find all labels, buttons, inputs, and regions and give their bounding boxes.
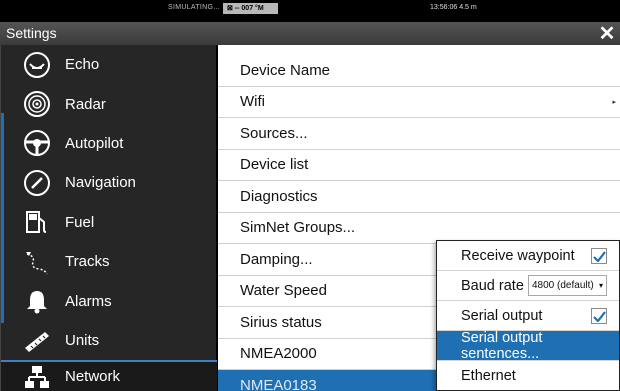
option-label: Ethernet [461,368,516,384]
sidebar-item-alarms[interactable]: Alarms [1,281,217,320]
echo-icon [23,51,51,79]
list-item-label: Device list [240,156,309,174]
sidebar-item-autopilot[interactable]: Autopilot [1,124,217,163]
close-icon[interactable]: ✕ [596,23,618,45]
checkmark-icon [592,250,606,262]
option-label: Receive waypoint [461,247,575,264]
list-item-label: Damping... [240,250,313,268]
sidebar-item-navigation[interactable]: Navigation [1,163,217,202]
list-item-label: Diagnostics [240,187,318,205]
checkmark-icon [592,310,606,322]
list-item-label: Device Name [240,61,331,79]
sidebar-item-fuel[interactable]: Fuel [1,203,217,242]
fuel-icon [23,208,51,236]
list-item-label: NMEA2000 [240,345,317,363]
serial-output-option[interactable]: Serial output [437,301,619,331]
sidebar-item-label: Fuel [65,213,95,231]
chevron-down-icon: ▾ [598,281,603,290]
receive-waypoint-checkbox[interactable] [591,248,607,264]
submenu-arrow-icon: ▸ [612,98,616,106]
settings-title-bar: Settings ✕ [0,22,620,45]
tracks-icon [23,248,51,276]
nmea0183-popup-menu: Receive waypoint Baud rate 4800 (default… [436,240,620,391]
option-label: Serial output [461,307,543,324]
list-item-label: Sirius status [240,313,322,331]
list-item-label: Wifi [240,93,265,111]
ethernet-option[interactable]: Ethernet [437,361,619,391]
list-item-diagnostics[interactable]: Diagnostics [218,181,620,213]
option-label: Baud rate [461,277,524,294]
list-item-label: Water Speed [240,282,327,300]
radar-icon [23,90,51,118]
sidebar-item-label: Network [65,368,121,386]
settings-sidebar: Echo Radar Autopilot Navigation Fuel Tra… [0,45,217,391]
sidebar-item-label: Echo [65,56,100,74]
sidebar-item-label: Units [65,331,100,349]
sidebar-item-label: Radar [65,95,106,113]
list-item-label: Sources... [240,124,308,142]
page-title: Settings [6,25,57,41]
sidebar-item-units[interactable]: Units [1,321,217,360]
sidebar-item-label: Tracks [65,253,110,271]
navigation-icon [23,169,51,197]
sidebar-item-network[interactable]: Network [1,360,217,391]
list-item-device-name[interactable]: Device Name [218,55,620,87]
sidebar-item-label: Navigation [65,174,136,192]
units-icon [23,326,51,354]
baud-rate-select[interactable]: 4800 (default) ▾ [528,275,607,296]
gps-status: ⊠ -- 007 °M [223,3,278,14]
autopilot-icon [23,129,51,157]
serial-output-sentences-option[interactable]: Serial output sentences... [437,329,619,362]
sidebar-item-label: Autopilot [65,134,124,152]
status-bar: SIMULATING... ⊠ -- 007 °M 13:56:06 4.5 m [0,0,620,22]
simulating-indicator: SIMULATING... [168,4,220,11]
list-item-wifi[interactable]: Wifi ▸ [218,87,620,118]
clock-readout: 13:56:06 4.5 m [430,4,477,11]
receive-waypoint-option[interactable]: Receive waypoint [437,241,619,271]
sidebar-item-echo[interactable]: Echo [1,45,217,84]
alarms-icon [23,287,51,315]
network-icon [23,363,51,391]
sidebar-item-radar[interactable]: Radar [1,84,217,123]
list-item-label: SimNet Groups... [240,219,356,237]
baud-rate-option: Baud rate 4800 (default) ▾ [437,271,619,301]
serial-output-checkbox[interactable] [591,308,607,324]
baud-rate-value: 4800 (default) [532,280,594,291]
list-item-device-list[interactable]: Device list [218,150,620,181]
option-label: Serial output sentences... [461,329,543,362]
sidebar-item-tracks[interactable]: Tracks [1,242,217,281]
list-item-sources[interactable]: Sources... [218,118,620,150]
list-item-label: NMEA0183 [240,376,317,391]
sidebar-item-label: Alarms [65,292,112,310]
